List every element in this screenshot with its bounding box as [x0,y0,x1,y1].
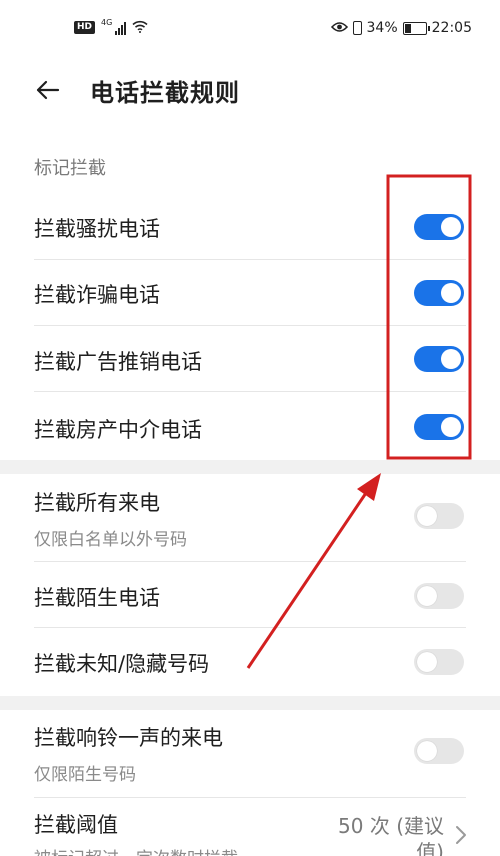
threshold-value[interactable]: 50 次 (建议 值) [338,813,444,856]
section-label-mark: 标记拦截 [34,158,106,179]
toggle-block-one-ring[interactable] [414,738,464,764]
app-header: 电话拦截规则 [0,60,500,120]
status-bar: HD 4G 34% 22:05 [0,0,500,60]
network-type: 4G [101,18,113,27]
row-block-harassment[interactable]: 拦截骚扰电话 [0,194,500,260]
status-right: 34% 22:05 [330,19,472,37]
row-title: 拦截阈值 [34,813,118,837]
row-title: 拦截广告推销电话 [34,350,202,374]
toggle-block-strangers[interactable] [414,583,464,609]
clock: 22:05 [431,20,472,36]
status-left: HD 4G [74,18,148,35]
battery-fill [404,23,411,33]
wifi-icon [132,20,148,35]
row-block-one-ring[interactable]: 拦截响铃一声的来电 仅限陌生号码 [0,710,500,798]
toggle-block-all-calls[interactable] [414,503,464,529]
toggle-block-unknown-hidden[interactable] [414,649,464,675]
row-block-fraud[interactable]: 拦截诈骗电话 [0,260,500,326]
hd-badge: HD [74,21,96,34]
toggle-block-fraud[interactable] [414,280,464,306]
page-title: 电话拦截规则 [90,79,240,107]
battery-icon [402,21,430,35]
row-title: 拦截响铃一声的来电 [34,726,223,750]
row-sublabel: 仅限白名单以外号码 [34,530,187,550]
row-block-real-estate[interactable]: 拦截房产中介电话 [0,392,500,460]
toggle-block-real-estate[interactable] [414,414,464,440]
screen: HD 4G 34% 22:05 电话拦截规则 标记拦截 拦截骚扰电话 拦截诈骗电… [0,0,500,856]
vibrate-icon [352,21,362,35]
back-arrow-icon[interactable] [30,72,66,108]
row-block-ads[interactable]: 拦截广告推销电话 [0,326,500,392]
row-title: 拦截房产中介电话 [34,418,202,442]
section-gap [0,696,500,710]
threshold-value-line1: 50 次 (建议 [338,814,444,838]
row-title: 拦截陌生电话 [34,586,160,610]
signal-icon [115,21,127,35]
row-sublabel: 被标记超过一定次数时拦截 [34,844,238,856]
eye-icon [330,19,348,37]
battery-percent: 34% [366,20,398,36]
row-title: 拦截未知/隐藏号码 [34,652,210,676]
section-gap [0,460,500,474]
row-title: 拦截诈骗电话 [34,283,160,307]
row-title: 拦截骚扰电话 [34,217,160,241]
toggle-block-ads[interactable] [414,346,464,372]
row-block-strangers[interactable]: 拦截陌生电话 [0,562,500,628]
row-block-all-calls[interactable]: 拦截所有来电 仅限白名单以外号码 [0,474,500,562]
row-title: 拦截所有来电 [34,491,160,515]
row-block-unknown-hidden[interactable]: 拦截未知/隐藏号码 [0,628,500,696]
toggle-block-harassment[interactable] [414,214,464,240]
threshold-value-line2: 值) [416,840,444,856]
chevron-right-icon[interactable] [454,824,468,846]
row-sublabel: 仅限陌生号码 [34,765,136,785]
